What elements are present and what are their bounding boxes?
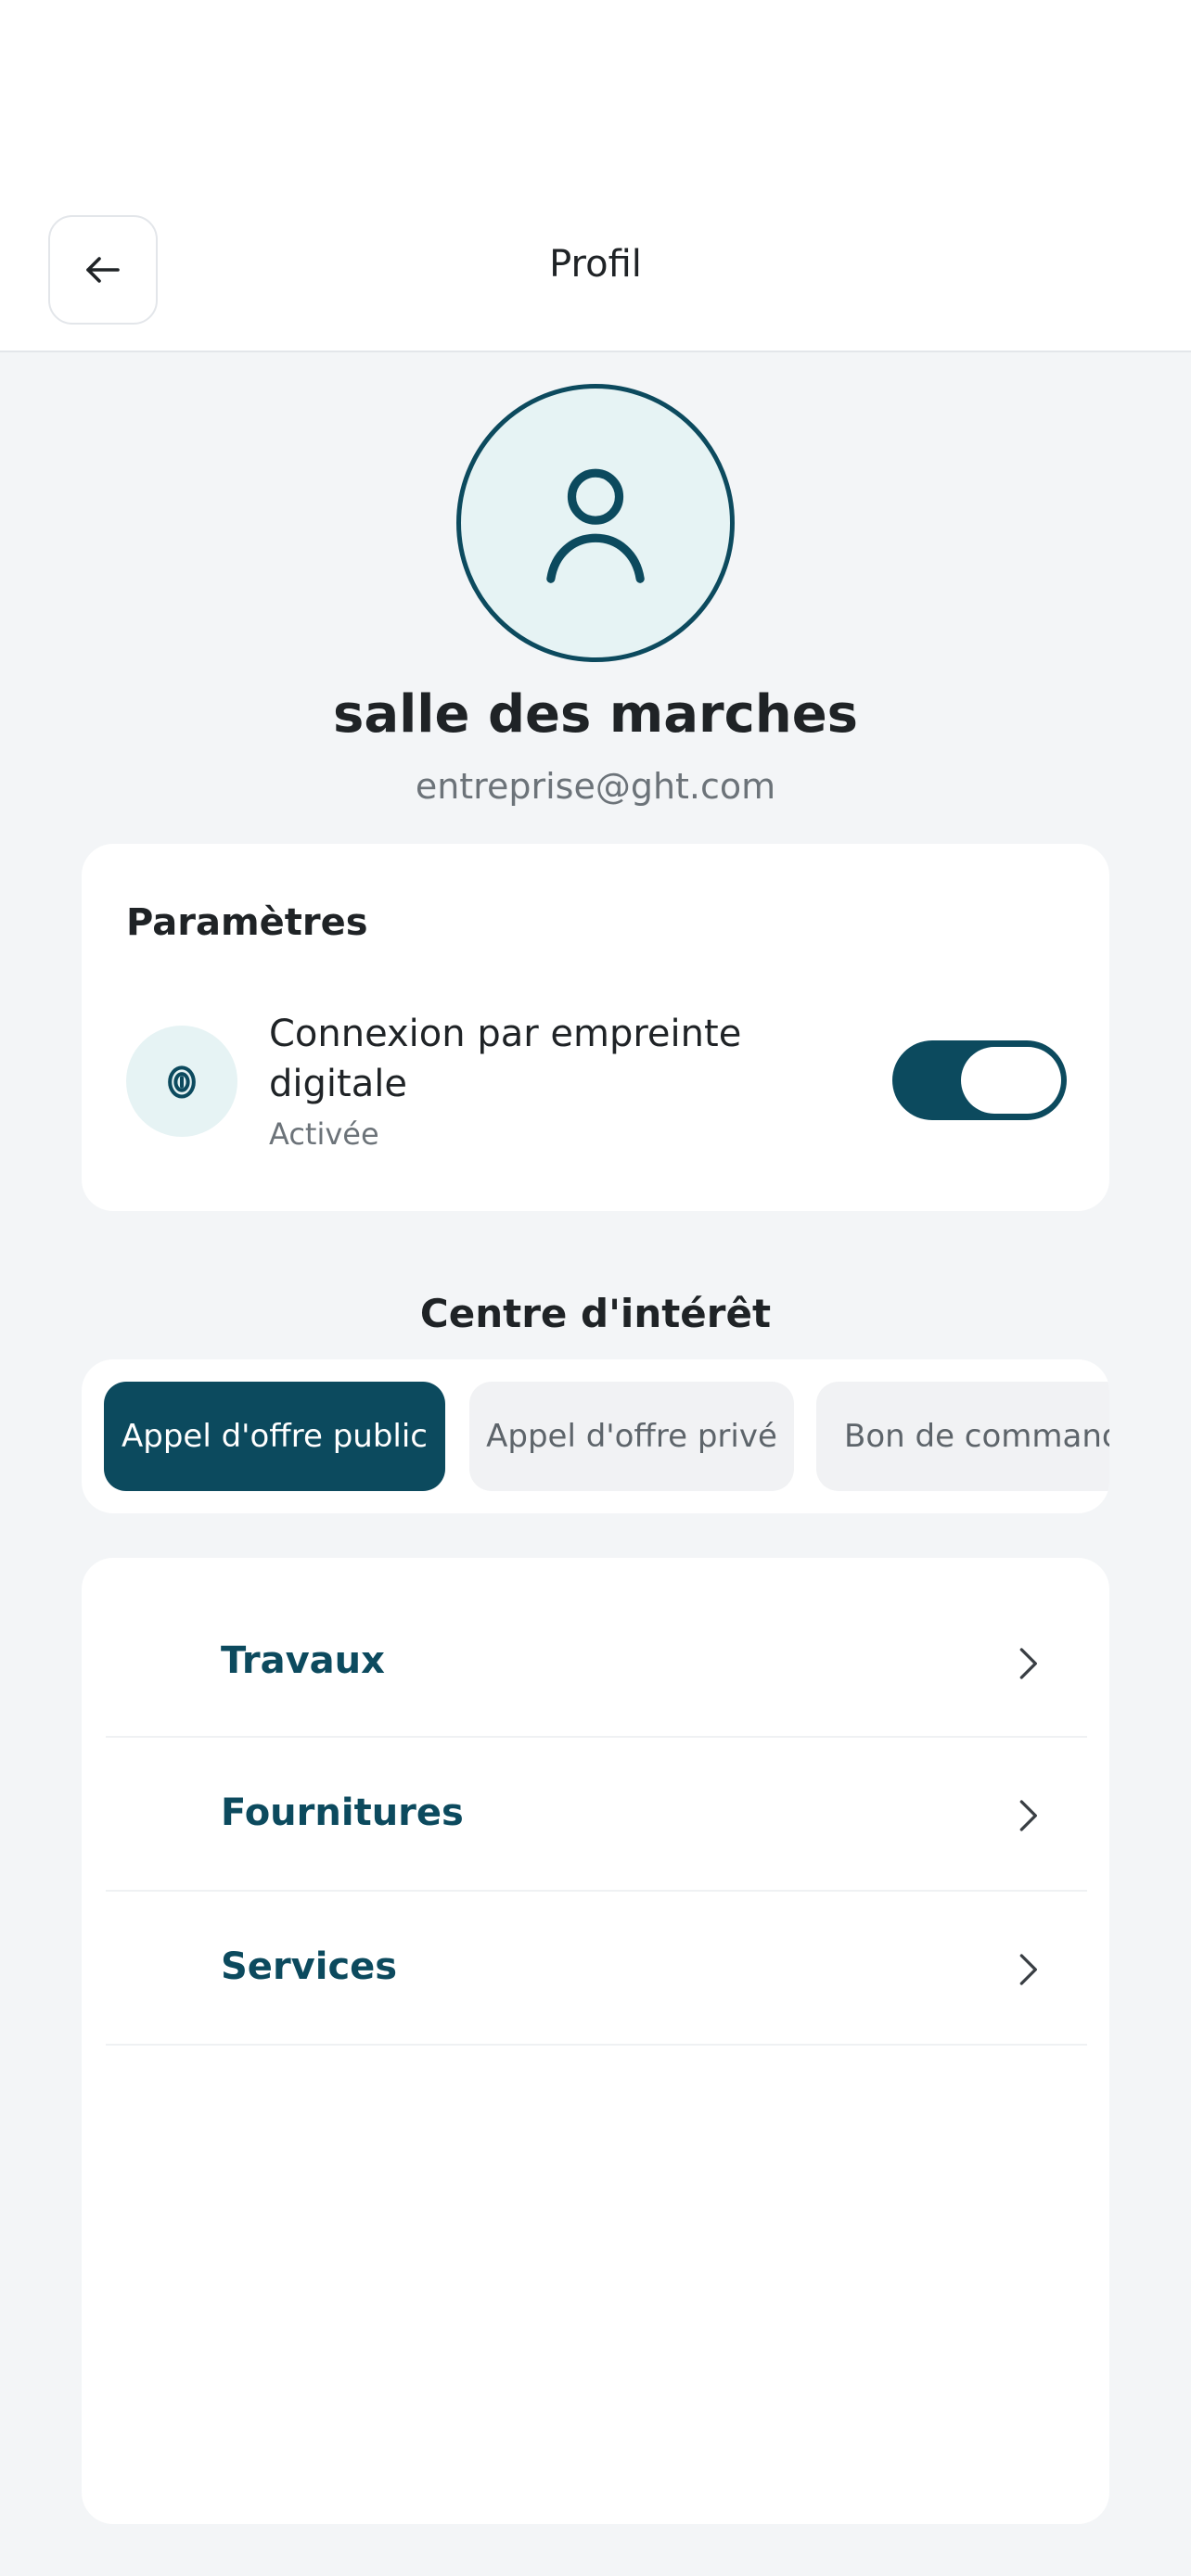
profile-email: entreprise@ght.com — [415, 766, 776, 807]
list-item-fournitures[interactable]: Fournitures — [106, 1738, 1087, 1892]
avatar — [456, 384, 735, 662]
fingerprint-login-label: Connexion par empreinte digitale — [269, 1013, 742, 1105]
chevron-right-icon — [1019, 1954, 1037, 1985]
interests-title: Centre d'intérêt — [419, 1291, 772, 1336]
settings-title: Paramètres — [126, 901, 368, 944]
fingerprint-icon — [168, 1065, 196, 1099]
list-item-label: Travaux — [221, 1639, 385, 1682]
chevron-right-icon — [1019, 1800, 1037, 1831]
list-item-label: Services — [221, 1945, 398, 1988]
page-title: Profil — [549, 243, 642, 286]
user-icon — [546, 468, 645, 583]
interest-tabs: Appel d'offre public Appel d'offre privé… — [82, 1359, 1109, 1513]
fingerprint-icon-badge — [126, 1026, 237, 1137]
tab-purchase-order[interactable]: Bon de commande — [816, 1382, 1109, 1491]
tab-private-tender[interactable]: Appel d'offre privé — [469, 1382, 794, 1491]
fingerprint-toggle[interactable] — [892, 1040, 1067, 1120]
interest-list-card: Travaux Fournitures Services — [82, 1558, 1109, 2524]
profile-page: Profil salle des marches entreprise@ght.… — [0, 0, 1191, 2576]
settings-card: Paramètres Connexion par empreinte digit… — [82, 844, 1109, 1211]
fingerprint-login-status: Activée — [269, 1116, 379, 1152]
list-item-label: Fournitures — [221, 1792, 464, 1834]
list-item-travaux[interactable]: Travaux — [106, 1558, 1087, 1738]
toggle-knob — [961, 1047, 1061, 1114]
tab-public-tender[interactable]: Appel d'offre public — [104, 1382, 445, 1491]
top-bar: Profil — [0, 0, 1191, 352]
chevron-right-icon — [1019, 1648, 1037, 1679]
profile-name: salle des marches — [332, 684, 858, 745]
list-item-services[interactable]: Services — [106, 1892, 1087, 2046]
